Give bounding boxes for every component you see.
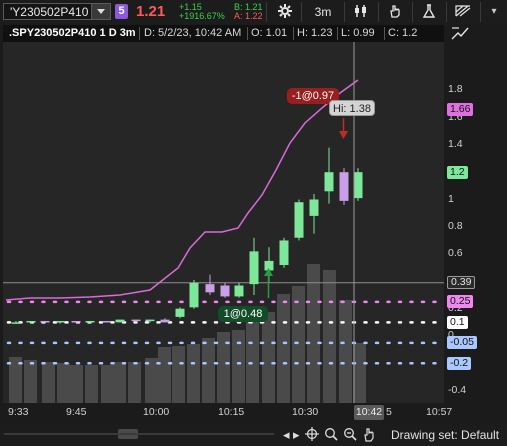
chart-header: .SPY230502P410 1 D 3m D: 5/2/23, 10:42 A… bbox=[3, 25, 444, 42]
price-tick-label: 1 bbox=[448, 192, 454, 205]
percent-change: +1916.67% bbox=[179, 11, 225, 21]
toolbar-divider bbox=[266, 2, 267, 22]
cursor-time-label: 10:42 bbox=[354, 405, 384, 420]
price-tick-label: -0.4 bbox=[448, 383, 467, 396]
chevron-down-icon[interactable] bbox=[91, 4, 110, 19]
price-level-label: -0.05 bbox=[447, 336, 477, 350]
time-tick-label: 5 bbox=[386, 406, 392, 418]
toolbar-divider bbox=[344, 2, 345, 22]
hand-cursor-icon[interactable] bbox=[385, 3, 405, 21]
header-divider bbox=[337, 27, 338, 40]
top-toolbar: 'Y230502P410 5 1.21 +1.15 +1916.67% B: 1… bbox=[0, 0, 507, 24]
toolbar-divider bbox=[446, 2, 447, 22]
last-price: 1.21 bbox=[136, 3, 166, 20]
header-low: L: 0.99 bbox=[341, 27, 375, 39]
header-divider bbox=[293, 27, 294, 40]
drawing-set-label[interactable]: Drawing set: Default bbox=[391, 428, 499, 442]
header-date: D: 5/2/23, 10:42 AM bbox=[144, 27, 242, 39]
link-group-badge[interactable]: 5 bbox=[115, 4, 128, 19]
high-bubble: Hi: 1.38 bbox=[329, 100, 375, 116]
scrollbar-track[interactable] bbox=[4, 433, 274, 435]
time-tick-label: 10:15 bbox=[218, 406, 245, 418]
expand-chart-icon[interactable] bbox=[451, 26, 469, 43]
chart-footer: ◂ ▸ Drawing set: Default bbox=[0, 424, 507, 446]
chart-style-icon[interactable] bbox=[351, 3, 371, 21]
scroll-right-icon[interactable]: ▸ bbox=[293, 427, 300, 443]
symbol-text: 'Y230502P410 bbox=[10, 5, 89, 19]
time-tick-label: 9:33 bbox=[8, 406, 29, 418]
price-level-label: -0.2 bbox=[447, 356, 472, 370]
chart-plot-area[interactable] bbox=[3, 42, 444, 403]
header-divider bbox=[139, 27, 140, 40]
ask-price: A: 1.22 bbox=[234, 11, 263, 21]
price-level-label: 0.39 bbox=[447, 276, 476, 290]
time-tick-label: 10:57 bbox=[426, 406, 453, 418]
toolbar-divider bbox=[301, 2, 302, 22]
menu-icon[interactable]: ▾ bbox=[485, 3, 503, 21]
crosshair-icon[interactable] bbox=[305, 427, 319, 444]
toolbar-divider bbox=[412, 2, 413, 22]
price-tick-label: 0.6 bbox=[448, 247, 463, 260]
header-divider bbox=[247, 27, 248, 40]
studies-flask-icon[interactable] bbox=[419, 3, 439, 21]
price-level-label: 1.2 bbox=[447, 165, 468, 179]
toolbar-divider bbox=[378, 2, 379, 22]
price-level-label: 0.25 bbox=[447, 295, 474, 309]
time-tick-label: 10:00 bbox=[143, 406, 170, 418]
zoom-area-icon[interactable] bbox=[324, 427, 338, 444]
toolbar-divider bbox=[480, 2, 481, 22]
header-close: C: 1.2 bbox=[388, 27, 418, 39]
price-tick-label: 1.8 bbox=[448, 83, 463, 96]
buy-order-bubble[interactable]: 1@0.48 bbox=[218, 306, 268, 322]
header-divider bbox=[384, 27, 385, 40]
chart-title: .SPY230502P410 1 D 3m bbox=[9, 27, 136, 39]
price-level-label: 1.66 bbox=[447, 102, 474, 116]
scroll-left-icon[interactable]: ◂ bbox=[283, 427, 290, 443]
zoom-out-icon[interactable] bbox=[343, 427, 357, 444]
time-tick-label: 9:45 bbox=[66, 406, 87, 418]
price-level-label: 0.1 bbox=[447, 315, 468, 329]
symbol-selector[interactable]: 'Y230502P410 bbox=[3, 3, 111, 20]
price-tick-label: 0.8 bbox=[448, 219, 463, 232]
drawings-icon[interactable] bbox=[453, 3, 473, 21]
header-high: H: 1.23 bbox=[297, 27, 333, 39]
time-tick-label: 10:30 bbox=[292, 406, 319, 418]
pan-hand-icon[interactable] bbox=[362, 427, 376, 445]
price-tick-label: 1.4 bbox=[448, 137, 463, 150]
header-open: O: 1.01 bbox=[251, 27, 288, 39]
gear-icon[interactable] bbox=[276, 3, 294, 21]
timeframe-button[interactable]: 3m bbox=[308, 3, 338, 21]
